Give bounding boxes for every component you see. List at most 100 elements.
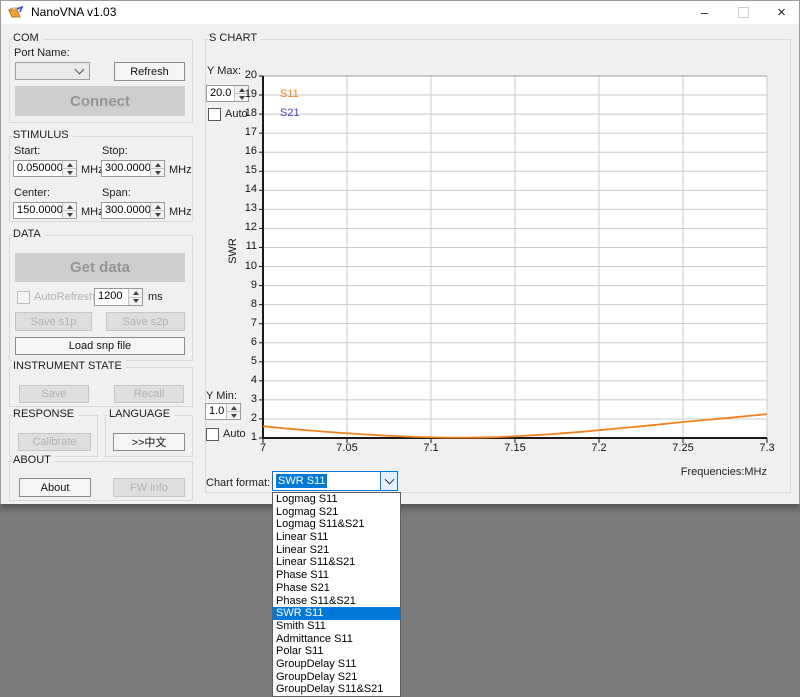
save-s2p-button[interactable]: Save s2p: [106, 312, 185, 331]
y-tick-label: 15: [230, 164, 257, 176]
interval-spinner[interactable]: [128, 289, 142, 305]
chart-format-dropdown-button[interactable]: [380, 472, 397, 490]
y-min-auto-checkbox[interactable]: [206, 428, 219, 441]
center-spinner[interactable]: [62, 203, 76, 218]
fw-info-button[interactable]: FW info: [113, 478, 185, 497]
state-recall-button[interactable]: Recall: [114, 385, 184, 403]
dropdown-item[interactable]: SWR S11: [273, 607, 400, 620]
y-tick-label: 5: [230, 355, 257, 367]
stop-field[interactable]: 300.000000: [101, 160, 165, 177]
app-icon: [8, 5, 24, 21]
chevron-down-icon: [384, 475, 394, 485]
about-label: About: [41, 482, 70, 494]
y-tick-label: 17: [230, 126, 257, 138]
y-tick-label: 7: [230, 317, 257, 329]
x-axis-title: Frequencies:MHz: [621, 466, 767, 478]
legend-s21: S21: [280, 107, 300, 119]
chevron-down-icon: [75, 65, 85, 75]
close-button[interactable]: ×: [763, 1, 800, 24]
spin-down-icon: [67, 213, 73, 217]
stimulus-group: STIMULUS Start: 0.050000 MHz Stop: 300.0…: [9, 136, 193, 222]
dropdown-item[interactable]: Phase S11&S21: [273, 595, 400, 608]
y-tick-label: 8: [230, 298, 257, 310]
dropdown-item[interactable]: GroupDelay S21: [273, 671, 400, 684]
chart-format-value: SWR S11: [273, 475, 380, 487]
dropdown-item[interactable]: Polar S11: [273, 645, 400, 658]
start-field[interactable]: 0.050000: [13, 160, 77, 177]
x-tick-label: 7.2: [578, 442, 620, 454]
calibrate-button[interactable]: Calibrate: [18, 433, 91, 451]
start-spinner[interactable]: [62, 161, 76, 176]
response-group-title: RESPONSE: [12, 408, 78, 420]
center-label: Center:: [14, 187, 50, 199]
dropdown-item[interactable]: Linear S11: [273, 531, 400, 544]
port-name-combobox[interactable]: [15, 62, 90, 80]
y-tick-label: 19: [230, 88, 257, 100]
load-snp-file-label: Load snp file: [69, 340, 131, 352]
span-spinner[interactable]: [150, 203, 164, 218]
interval-field[interactable]: 1200: [94, 288, 143, 306]
y-tick-label: 11: [230, 240, 257, 252]
center-value: 150.000000: [14, 203, 62, 218]
dropdown-item[interactable]: Linear S11&S21: [273, 556, 400, 569]
interval-value: 1200: [95, 289, 128, 305]
y-tick-label: 12: [230, 221, 257, 233]
spin-down-icon: [155, 213, 161, 217]
state-save-button[interactable]: Save: [19, 385, 89, 403]
port-name-label: Port Name:: [14, 47, 70, 59]
instrument-state-group: INSTRUMENT STATE Save Recall: [9, 367, 193, 407]
com-group-title: COM: [12, 32, 43, 44]
y-tick-label: 2: [230, 412, 257, 424]
close-icon: ×: [777, 4, 786, 21]
s-chart-group-title: S CHART: [208, 32, 261, 44]
x-tick-label: 7: [242, 442, 284, 454]
about-button[interactable]: About: [19, 478, 91, 497]
y-tick-label: 10: [230, 260, 257, 272]
language-group-title: LANGUAGE: [108, 408, 174, 420]
span-unit: MHz: [169, 206, 192, 218]
span-value: 300.000000: [102, 203, 150, 218]
stop-spinner[interactable]: [150, 161, 164, 176]
language-button[interactable]: >>中文: [113, 433, 185, 451]
save-s1p-button[interactable]: Save s1p: [15, 312, 92, 331]
connect-button[interactable]: Connect: [15, 86, 185, 116]
center-field[interactable]: 150.000000: [13, 202, 77, 219]
dropdown-item[interactable]: Phase S21: [273, 582, 400, 595]
maximize-icon: [738, 7, 749, 18]
window-title: NanoVNA v1.03: [31, 5, 116, 19]
dropdown-item[interactable]: Logmag S11: [273, 493, 400, 506]
start-value: 0.050000: [14, 161, 62, 176]
dropdown-item[interactable]: GroupDelay S11&S21: [273, 683, 400, 696]
span-field[interactable]: 300.000000: [101, 202, 165, 219]
refresh-button[interactable]: Refresh: [114, 62, 185, 81]
spin-up-icon: [67, 205, 73, 209]
dropdown-item[interactable]: Logmag S11&S21: [273, 518, 400, 531]
stimulus-group-title: STIMULUS: [12, 129, 73, 141]
dropdown-item[interactable]: GroupDelay S11: [273, 658, 400, 671]
minimize-button[interactable]: –: [685, 1, 724, 24]
dropdown-item[interactable]: Phase S11: [273, 569, 400, 582]
titlebar: NanoVNA v1.03 – ×: [1, 1, 799, 24]
dropdown-item[interactable]: Linear S21: [273, 544, 400, 557]
maximize-button[interactable]: [724, 1, 763, 24]
load-snp-file-button[interactable]: Load snp file: [15, 337, 185, 355]
data-group-title: DATA: [12, 228, 45, 240]
y-max-auto-checkbox[interactable]: [208, 108, 221, 121]
dropdown-item[interactable]: Admittance S11: [273, 633, 400, 646]
save-s2p-label: Save s2p: [123, 316, 169, 328]
dropdown-item[interactable]: Logmag S21: [273, 506, 400, 519]
response-group: RESPONSE Calibrate: [9, 415, 98, 457]
state-save-label: Save: [41, 388, 66, 400]
autorefresh-checkbox[interactable]: [17, 291, 30, 304]
spin-down-icon: [155, 171, 161, 175]
desktop: { "window": { "title": "NanoVNA v1.03", …: [0, 0, 800, 694]
spin-down-icon: [133, 299, 139, 303]
dropdown-item[interactable]: Smith S11: [273, 620, 400, 633]
get-data-button[interactable]: Get data: [15, 253, 185, 282]
save-s1p-label: Save s1p: [31, 316, 77, 328]
chart-format-combobox[interactable]: SWR S11: [272, 471, 398, 491]
swr-chart: [259, 74, 771, 448]
language-group: LANGUAGE >>中文: [105, 415, 193, 457]
fw-info-label: FW info: [130, 482, 168, 494]
spin-up-icon: [67, 163, 73, 167]
